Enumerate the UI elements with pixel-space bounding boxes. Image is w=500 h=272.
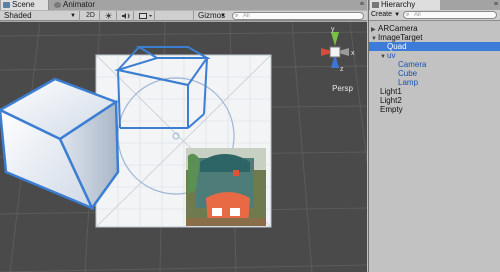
tab-animator-label: Animator [63,0,96,9]
tree-item-label: Cube [398,69,418,78]
shading-mode-dropdown[interactable]: Shaded ▼ [0,11,80,21]
projection-label[interactable]: Persp [332,84,353,93]
scene-search-placeholder: All [243,13,250,19]
tree-item-label: ImageTarget [378,33,423,42]
scene-orientation-gizmo[interactable]: y x z [311,24,359,74]
tab-hierarchy-label: Hierarchy [381,0,416,9]
tab-animator[interactable]: Animator [52,0,110,10]
tree-item-label: Light2 [380,96,402,105]
axis-z-label: z [340,66,344,73]
tree-item-empty[interactable]: Empty [369,105,500,114]
2d-toggle-button[interactable]: 2D [82,11,100,21]
scene-toolbar: Shaded ▼ 2D ☀ Gizmos ▼ ⌕ All [0,10,367,21]
hierarchy-search-input[interactable]: ⌕ All [403,11,497,19]
tree-item-lamp[interactable]: Lamp [369,78,500,87]
gizmos-dropdown[interactable]: Gizmos ▼ [193,11,229,21]
tree-item-light1[interactable]: Light1 [369,87,500,96]
panel-menu-icon[interactable]: ≡ [360,1,364,8]
tree-item-label: Light1 [380,87,402,96]
hierarchy-toolbar: Create ▼ ⌕ All [369,10,500,21]
texture-image [186,148,266,226]
tree-item-cube[interactable]: Cube [369,69,500,78]
tab-hierarchy[interactable]: Hierarchy [370,0,440,10]
hierarchy-tabbar: Hierarchy ≡ [369,0,500,10]
scene-panel: Scene Animator ≡ Shaded ▼ 2D ☀ Gizmos ▼ [0,0,367,272]
tree-item-arcamera[interactable]: ▶ ARCamera [369,24,500,33]
tree-item-label: Lamp [398,78,419,87]
hierarchy-panel: Hierarchy ≡ Create ▼ ⌕ All ▶ ARCamera ▼Im… [368,0,500,272]
tree-item-label: uv [387,51,396,60]
chevron-down-icon: ▼ [394,12,401,18]
scene-tabbar: Scene Animator ≡ [0,0,367,10]
chevron-down-icon: ▼ [70,13,76,19]
scene-icon [3,2,10,8]
search-icon: ⌕ [406,12,410,18]
effects-dropdown[interactable] [135,11,155,21]
tree-item-label: Quad [387,42,407,51]
hierarchy-tree: ▶ ARCamera ▼ImageTarget Quad ▼uv Camera C… [369,24,500,114]
chevron-down-icon: ▼ [220,13,226,19]
animator-icon [54,2,61,8]
scene-viewport[interactable]: y x z Persp [0,22,367,272]
panel-menu-icon[interactable]: ≡ [494,1,498,8]
cube-object[interactable] [0,77,120,211]
search-icon: ⌕ [235,13,239,19]
axis-y-label: y [331,26,335,33]
audio-toggle-icon[interactable] [118,11,134,21]
scene-search-input[interactable]: ⌕ All [232,12,364,20]
tree-item-quad[interactable]: Quad [369,42,500,51]
tree-item-label: Empty [380,105,403,114]
speaker-icon [121,13,129,19]
tree-item-imagetarget[interactable]: ▼ImageTarget [369,33,500,42]
tab-scene[interactable]: Scene [1,0,49,10]
tree-item-label: Camera [398,60,427,69]
axis-gizmo-icon: y x z [321,26,355,73]
hierarchy-icon [372,2,379,8]
image-effects-icon [138,13,152,19]
tree-item-uv[interactable]: ▼uv [369,51,500,60]
tree-item-camera[interactable]: Camera [369,60,500,69]
create-label: Create [371,11,393,18]
axis-x-label: x [351,50,355,57]
hierarchy-search-placeholder: All [414,12,421,18]
lighting-toggle-icon[interactable]: ☀ [101,11,117,21]
tab-scene-label: Scene [12,0,35,9]
shading-mode-label: Shaded [4,11,32,20]
tree-item-light2[interactable]: Light2 [369,96,500,105]
tree-item-label: ARCamera [378,24,418,33]
create-dropdown[interactable]: Create ▼ [371,10,400,20]
